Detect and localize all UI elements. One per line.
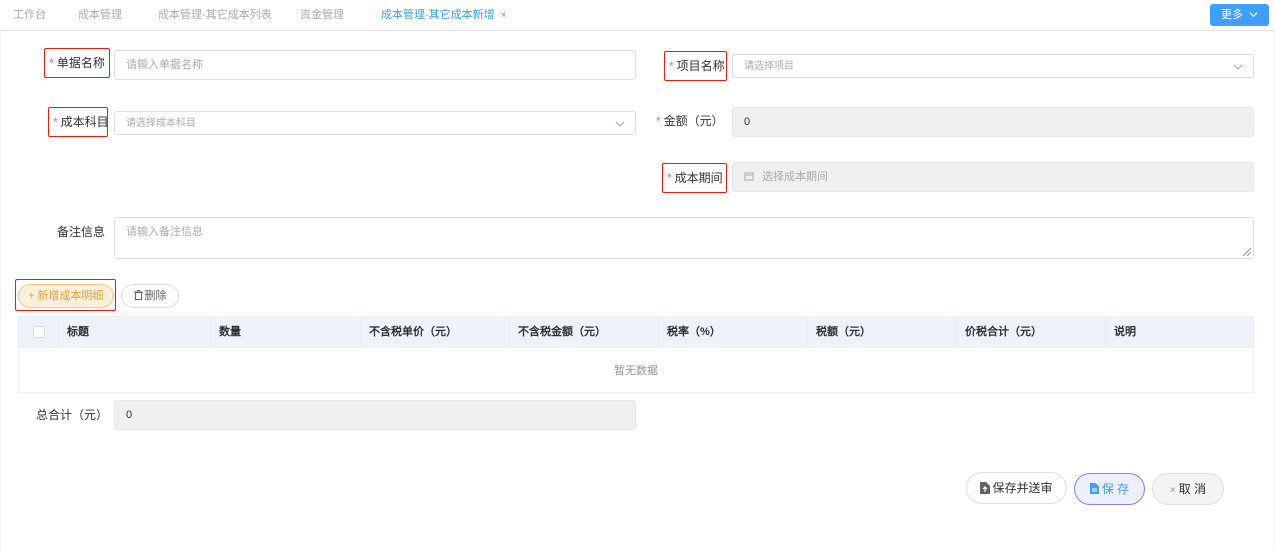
- plus-icon: +: [28, 291, 35, 302]
- project-label-text: 项目名称: [676, 59, 725, 73]
- required-mark: *: [53, 115, 58, 129]
- total-input: 0: [114, 400, 636, 430]
- amount-label: * 金额（元）: [656, 107, 724, 137]
- more-label: 更多: [1220, 9, 1243, 21]
- required-mark: *: [49, 56, 54, 70]
- chevron-down-icon: [1249, 12, 1258, 18]
- select-all-cell: [19, 317, 59, 347]
- total-value: 0: [126, 409, 133, 421]
- doc-name-label-text: 单据名称: [56, 56, 105, 70]
- save-and-submit-button[interactable]: 保存并送审: [966, 472, 1067, 504]
- tab-other-cost-list[interactable]: 成本管理-其它成本列表: [158, 0, 272, 31]
- col-tax-amount: 税额（元）: [808, 317, 957, 347]
- tab-fund-management[interactable]: 资金管理: [300, 0, 344, 31]
- close-icon: ×: [1169, 485, 1176, 496]
- tab-workbench[interactable]: 工作台: [13, 0, 46, 31]
- doc-name-placeholder: 请输入单据名称: [126, 59, 203, 71]
- amount-value: 0: [744, 116, 751, 128]
- col-unit-price: 不含税单价（元）: [361, 317, 510, 347]
- col-tax-rate: 税率（%）: [659, 317, 808, 347]
- file-upload-icon: [980, 482, 991, 494]
- delete-label: 删除: [144, 290, 167, 302]
- amount-input: 0: [732, 107, 1254, 137]
- table-empty-text: 暂无数据: [19, 347, 1253, 393]
- remark-label: 备注信息: [56, 225, 105, 239]
- cancel-button[interactable]: × 取 消: [1152, 473, 1224, 505]
- cost-detail-table: 标题 数量 不含税单价（元） 不含税金额（元） 税率（%） 税额（元） 价税合计…: [18, 316, 1254, 393]
- cost-period-label-text: 成本期间: [674, 171, 723, 185]
- col-description: 说明: [1114, 326, 1136, 338]
- cancel-label: 取 消: [1178, 482, 1207, 496]
- tab-bar: 工作台 成本管理 成本管理-其它成本列表 资金管理 成本管理-其它成本新增 × 更…: [0, 0, 1275, 31]
- resize-handle-icon[interactable]: [1243, 248, 1251, 256]
- cost-period-placeholder: 选择成本期间: [762, 171, 829, 183]
- project-placeholder: 请选择项目: [744, 61, 794, 72]
- trash-icon: [133, 290, 143, 300]
- cost-subject-label: * 成本科目: [48, 107, 109, 137]
- table-header: 标题 数量 不含税单价（元） 不含税金额（元） 税率（%） 税额（元） 价税合计…: [19, 317, 1253, 347]
- tab-cost-management[interactable]: 成本管理: [78, 0, 122, 31]
- more-button[interactable]: 更多: [1210, 4, 1269, 26]
- add-cost-detail-button[interactable]: + 新增成本明细: [18, 284, 114, 308]
- remark-placeholder: 请输入备注信息: [126, 226, 203, 238]
- close-icon[interactable]: ×: [501, 10, 507, 21]
- amount-label-text: 金额（元）: [663, 114, 724, 128]
- calendar-icon: [744, 172, 754, 181]
- total-label: 总合计（元）: [36, 408, 109, 422]
- remark-textarea[interactable]: 请输入备注信息: [114, 217, 1254, 259]
- chevron-down-icon: [615, 121, 625, 127]
- delete-button[interactable]: 删除: [121, 284, 179, 308]
- save-label: 保 存: [1101, 482, 1130, 496]
- chevron-down-icon: [1233, 64, 1243, 70]
- doc-name-input[interactable]: 请输入单据名称: [114, 50, 636, 80]
- required-mark: *: [656, 114, 661, 128]
- save-button[interactable]: 保 存: [1074, 473, 1145, 505]
- cost-subject-placeholder: 请选择成本科目: [126, 118, 196, 129]
- cost-period-label: * 成本期间: [662, 163, 727, 193]
- project-label: * 项目名称: [664, 51, 727, 81]
- cost-subject-select[interactable]: 请选择成本科目: [114, 111, 636, 135]
- cost-period-picker[interactable]: 选择成本期间: [732, 162, 1254, 192]
- col-amount-ex-tax: 不含税金额（元）: [510, 317, 659, 347]
- col-title: 标题: [59, 317, 211, 347]
- add-cost-detail-label: 新增成本明细: [37, 290, 104, 302]
- col-quantity: 数量: [211, 317, 361, 347]
- required-mark: *: [667, 171, 672, 185]
- file-icon: [1089, 483, 1099, 494]
- cost-subject-label-text: 成本科目: [60, 115, 109, 129]
- required-mark: *: [669, 59, 674, 73]
- col-total-with-tax: 价税合计（元）: [957, 317, 1106, 347]
- select-all-checkbox[interactable]: [33, 326, 45, 338]
- tab-other-cost-new[interactable]: 成本管理-其它成本新增 ×: [381, 0, 507, 31]
- save-and-submit-label: 保存并送审: [992, 481, 1053, 495]
- tab-label: 成本管理-其它成本新增: [381, 9, 495, 21]
- doc-name-label: * 单据名称: [44, 48, 110, 78]
- project-select[interactable]: 请选择项目: [732, 54, 1254, 78]
